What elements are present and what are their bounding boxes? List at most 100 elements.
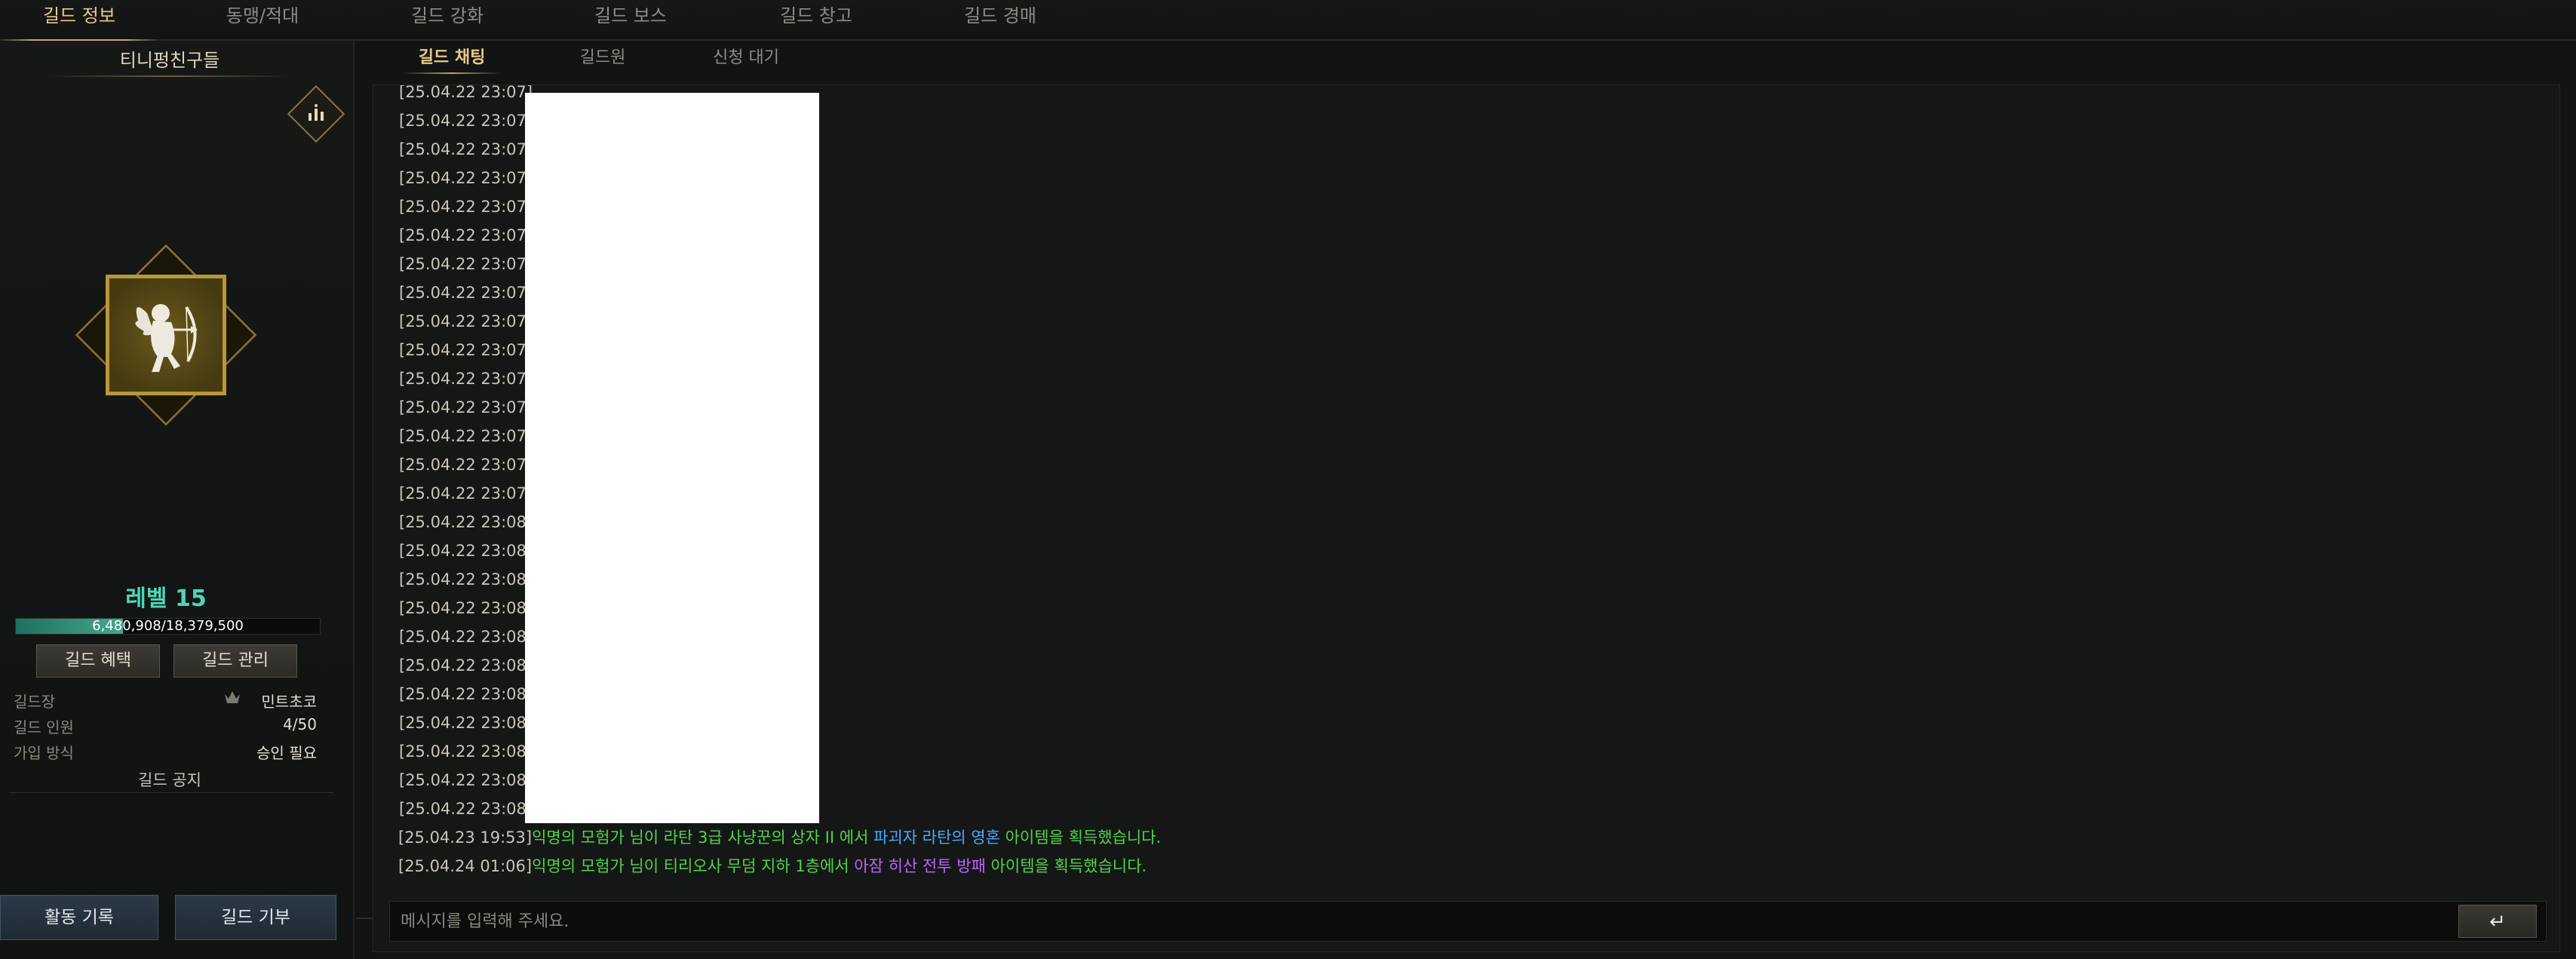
chat-message: [25.04.22 23:08] [399,508,533,536]
chat-timestamp: [25.04.22 23:07] [399,484,533,503]
chat-timestamp: [25.04.22 23:08] [399,742,533,761]
guild-manage-button[interactable]: 길드 관리 [173,644,297,678]
chat-message: [25.04.22 23:07] [399,192,533,221]
chat-timestamp: [25.04.22 23:08] [399,628,533,646]
chat-timestamp: [25.04.22 23:07] [399,169,533,187]
chat-message: [25.04.22 23:08] [399,766,533,795]
chat-message: [25.04.22 23:08] [399,622,533,651]
chat-timestamp: [25.04.22 23:07] [399,370,533,388]
chat-message: [25.04.22 23:07] [399,307,533,336]
divider [45,75,294,77]
tab-pending-requests[interactable]: 신청 대기 [689,44,803,74]
chat-timestamp: [25.04.22 23:08] [399,513,533,531]
guild-join-label: 가입 방식 [14,744,74,762]
guild-join-value: 승인 필요 [256,744,317,762]
chat-timestamp: [25.04.22 23:07] [399,140,533,158]
divider [9,792,333,793]
chat-message: [25.04.22 23:08] [399,737,533,766]
tab-guild-upgrade[interactable]: 길드 강화 [357,0,538,41]
chat-message: [25.04.22 23:08] [399,565,533,594]
chat-timestamp: [25.04.22 23:07] [399,312,533,330]
chat-system-text: 익명의 모험가 님이 라탄 3급 사냥꾼의 상자 II 에서 [532,828,874,847]
chat-timestamp: [25.04.22 23:08] [399,599,533,617]
chat-item-name[interactable]: 파괴자 라탄의 영혼 [874,828,1000,847]
chat-message: [25.04.22 23:07] [399,106,533,135]
chat-message: [25.04.22 23:07] [399,422,533,450]
chat-timestamp: [25.04.22 23:07] [399,427,533,445]
tab-guild-info[interactable]: 길드 정보 [0,0,158,42]
chat-system-message: [25.04.23 19:53]익명의 모험가 님이 라탄 3급 사냥꾼의 상자… [398,823,1161,852]
chat-system-message: [25.04.24 01:06]익명의 모험가 님이 티리오사 무덤 지하 1층… [398,852,1147,881]
guild-leader-row: 길드장 민트초코 [14,690,317,712]
chat-timestamp: [25.04.22 23:08] [399,685,533,703]
guild-join-row: 가입 방식 승인 필요 [14,741,317,764]
guild-emblem [75,244,257,426]
chat-item-name[interactable]: 아잠 히산 전투 방패 [854,857,986,875]
send-button[interactable]: ↵ [2458,905,2537,938]
chat-timestamp: [25.04.22 23:08] [399,542,533,560]
chat-timestamp: [25.04.22 23:07] [399,398,533,416]
chat-message: [25.04.22 23:08] [399,651,533,680]
chat-timestamp: [25.04.24 01:06] [398,857,533,875]
crown-icon [223,688,241,706]
chat-timestamp: [25.04.22 23:07] [399,198,533,216]
chat-input-bar: ↵ [389,901,2547,942]
guild-members-label: 길드 인원 [14,718,74,736]
chat-timestamp: [25.04.22 23:08] [399,570,533,589]
chat-message: [25.04.22 23:07] [399,135,533,164]
redacted-block [525,93,819,823]
divider [356,918,373,919]
top-tab-bar: 길드 정보 동맹/적대 길드 강화 길드 보스 길드 창고 길드 경매 [0,0,2576,42]
guild-leader-label: 길드장 [14,693,56,711]
guild-xp-bar: 6,480,908/18,379,500 [15,618,321,635]
chat-message: [25.04.22 23:07] [399,450,533,479]
guild-donate-button[interactable]: 길드 기부 [175,895,336,940]
guild-leader-value: 민트초코 [261,693,317,711]
chat-system-text: 아이템을 획득했습니다. [999,828,1162,847]
chat-timestamp: [25.04.22 23:07] [399,456,533,474]
tab-guild-members[interactable]: 길드원 [546,44,659,74]
chat-timestamp: [25.04.22 23:08] [399,800,533,818]
chat-message: [25.04.22 23:07] [399,364,533,393]
guild-name: 티니펑친구들 [119,50,220,71]
chat-message: [25.04.22 23:08] [399,708,533,737]
chat-timestamp: [25.04.22 23:08] [399,714,533,732]
chat-system-text: 아이템을 획득했습니다. [985,857,1147,875]
chat-message: [25.04.22 23:08] [399,594,533,622]
chat-message: [25.04.22 23:07] [399,479,533,508]
tab-guild-boss[interactable]: 길드 보스 [540,0,721,41]
chat-message: [25.04.22 23:07] [399,164,533,192]
tab-guild-auction[interactable]: 길드 경매 [910,0,1091,41]
chat-message: [25.04.22 23:07] [399,336,533,364]
chat-timestamp: [25.04.22 23:07] [399,341,533,359]
guild-level: 레벨 15 [125,586,207,612]
tab-guild-storage[interactable]: 길드 창고 [726,0,907,41]
guild-xp-text: 6,480,908/18,379,500 [92,618,244,634]
chat-message: [25.04.22 23:07] [399,250,533,278]
chat-timestamp: [25.04.22 23:07] [399,284,533,302]
activity-log-button[interactable]: 활동 기록 [0,895,158,940]
chat-message: [25.04.22 23:07] [399,85,533,106]
chat-input[interactable] [401,902,2422,941]
guild-members-value: 4/50 [283,715,317,733]
chat-message: [25.04.22 23:08] [399,795,533,823]
tab-guild-chat[interactable]: 길드 채팅 [395,44,508,74]
chat-message: [25.04.22 23:08] [399,536,533,565]
guild-benefits-button[interactable]: 길드 혜택 [36,644,160,678]
chat-timestamp: [25.04.22 23:07] [399,85,533,101]
chat-timestamp: [25.04.23 19:53] [398,828,533,847]
chat-timestamp: [25.04.22 23:07] [399,255,533,273]
chat-message: [25.04.22 23:07] [399,393,533,422]
chat-timestamp: [25.04.22 23:07] [399,226,533,244]
enter-icon: ↵ [2489,911,2506,933]
guild-notice-title: 길드 공지 [138,771,201,789]
tab-alliance-hostile[interactable]: 동맹/적대 [172,0,353,41]
chat-message: [25.04.22 23:07] [399,278,533,307]
chat-message: [25.04.22 23:08] [399,680,533,708]
chat-message: [25.04.22 23:07] [399,221,533,250]
cupid-icon [106,275,226,395]
ranking-stats-icon[interactable] [287,85,345,143]
guild-members-row: 길드 인원 4/50 [14,715,317,738]
guild-info-panel: 티니펑친구들 레벨 15 6,480,908/18,379,500 길드 혜택 … [0,41,355,959]
chat-system-text: 익명의 모험가 님이 티리오사 무덤 지하 1층에서 [532,857,855,875]
